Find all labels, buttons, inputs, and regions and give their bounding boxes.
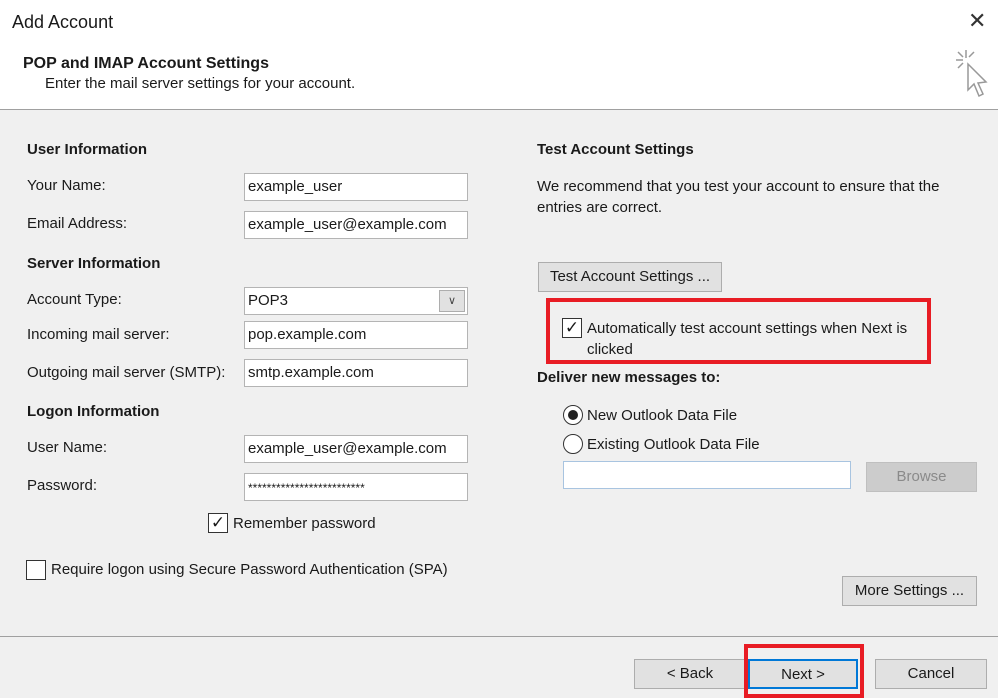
incoming-server-label: Incoming mail server: — [27, 326, 170, 343]
page-subtitle: Enter the mail server settings for your … — [45, 75, 355, 92]
outgoing-server-label: Outgoing mail server (SMTP): — [27, 364, 225, 381]
username-input[interactable]: example_user@example.com — [244, 435, 468, 463]
password-label: Password: — [27, 477, 97, 494]
user-info-heading: User Information — [27, 141, 147, 158]
back-button[interactable]: < Back — [634, 659, 746, 689]
test-description: We recommend that you test your account … — [537, 176, 957, 218]
outgoing-server-input[interactable]: smtp.example.com — [244, 359, 468, 387]
browse-button[interactable]: Browse — [866, 462, 977, 492]
cursor-sparkle-icon — [952, 48, 992, 100]
email-label: Email Address: — [27, 215, 127, 232]
highlight-box — [546, 298, 931, 364]
server-info-heading: Server Information — [27, 255, 160, 272]
spa-label: Require logon using Secure Password Auth… — [51, 561, 448, 578]
email-input[interactable]: example_user@example.com — [244, 211, 468, 239]
existing-data-file-label: Existing Outlook Data File — [587, 436, 760, 453]
incoming-server-input[interactable]: pop.example.com — [244, 321, 468, 349]
test-heading: Test Account Settings — [537, 141, 694, 158]
cancel-button[interactable]: Cancel — [875, 659, 987, 689]
existing-data-file-radio[interactable] — [563, 434, 583, 454]
account-type-label: Account Type: — [27, 291, 122, 308]
spa-checkbox[interactable] — [26, 560, 46, 580]
password-input[interactable]: ************************* — [244, 473, 468, 501]
window-title: Add Account — [12, 12, 113, 33]
new-data-file-label: New Outlook Data File — [587, 407, 737, 424]
highlight-box — [744, 644, 864, 698]
remember-password-label: Remember password — [233, 515, 376, 532]
your-name-input[interactable]: example_user — [244, 173, 468, 201]
account-type-value: POP3 — [248, 292, 288, 309]
footer-divider — [0, 636, 998, 637]
page-title: POP and IMAP Account Settings — [23, 55, 269, 73]
test-account-settings-button[interactable]: Test Account Settings ... — [538, 262, 722, 292]
data-file-path-input[interactable] — [563, 461, 851, 489]
username-label: User Name: — [27, 439, 107, 456]
more-settings-button[interactable]: More Settings ... — [842, 576, 977, 606]
your-name-label: Your Name: — [27, 177, 106, 194]
remember-password-checkbox[interactable]: ✓ — [208, 513, 228, 533]
new-data-file-radio[interactable] — [563, 405, 583, 425]
account-type-select[interactable]: POP3 ∨ — [244, 287, 468, 315]
chevron-down-icon[interactable]: ∨ — [439, 290, 465, 312]
close-button[interactable]: ✕ — [968, 8, 986, 34]
deliver-heading: Deliver new messages to: — [537, 369, 720, 386]
logon-info-heading: Logon Information — [27, 403, 159, 420]
